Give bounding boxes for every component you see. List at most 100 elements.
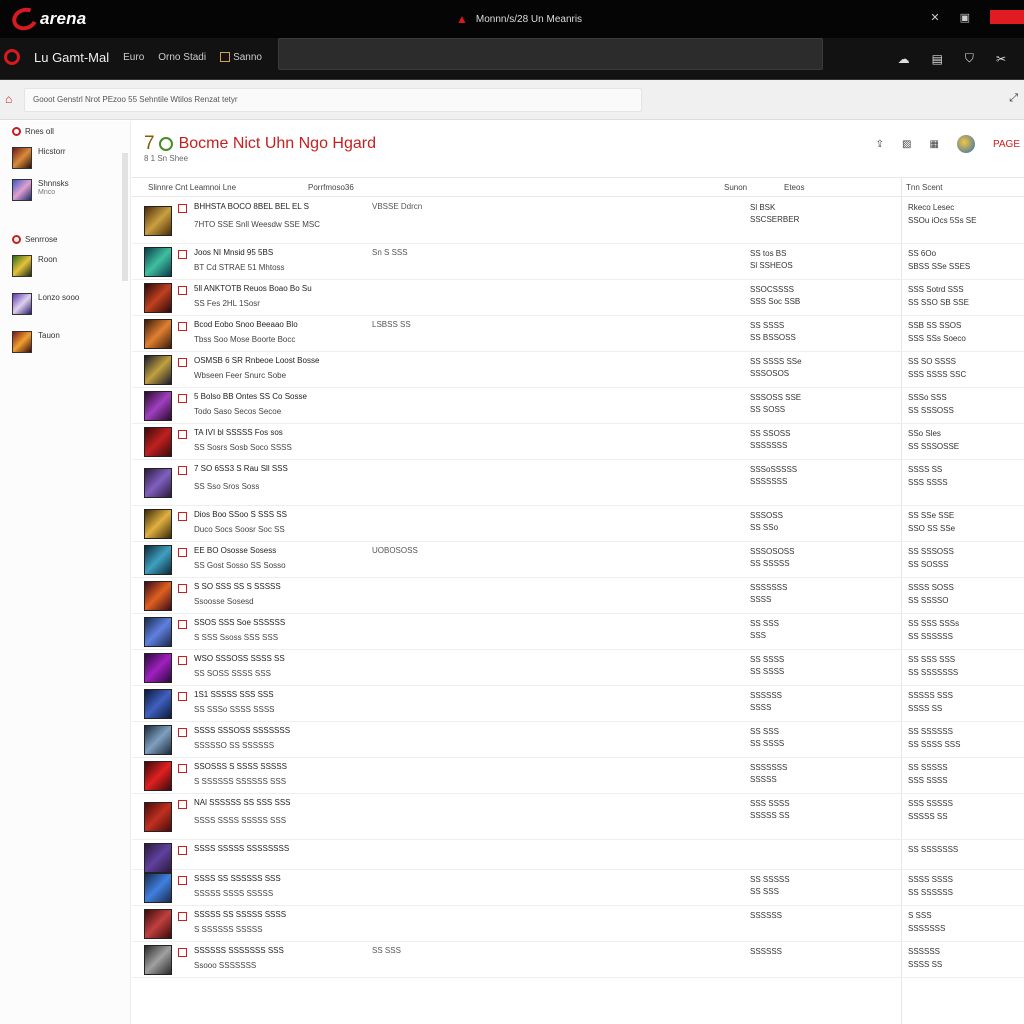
- row-stat-right: SS SSSSO: [908, 596, 949, 605]
- row-checkbox[interactable]: [178, 800, 187, 809]
- sidebar-item[interactable]: Hicstorr: [12, 147, 66, 169]
- nav-tab-orno[interactable]: Orno Stadi: [158, 52, 206, 63]
- tools-icon[interactable]: ✂: [996, 52, 1006, 66]
- shield-icon[interactable]: ⛉: [965, 51, 974, 66]
- row-checkbox[interactable]: [178, 250, 187, 259]
- game-thumbnail[interactable]: [144, 581, 172, 611]
- table-row[interactable]: S SO SSS SS S SSSSS Ssoosse Sosesd SSSSSSS…: [132, 578, 1024, 614]
- table-row[interactable]: EE BO Ososse Sosess SS Gost Sosso SS Soss…: [132, 542, 1024, 578]
- game-thumbnail[interactable]: [144, 945, 172, 975]
- row-checkbox[interactable]: [178, 692, 187, 701]
- row-checkbox[interactable]: [178, 728, 187, 737]
- row-checkbox[interactable]: [178, 548, 187, 557]
- sidebar-item[interactable]: Roon: [12, 255, 57, 277]
- game-thumbnail[interactable]: [144, 653, 172, 683]
- sidebar-section-head[interactable]: Rnes oll: [12, 127, 54, 136]
- game-thumbnail[interactable]: [144, 802, 172, 832]
- table-row[interactable]: SSSS SS SSSSSS SSS SSSSS SSSS SSSSS SS SSS…: [132, 870, 1024, 906]
- row-checkbox[interactable]: [178, 912, 187, 921]
- game-thumbnail[interactable]: [144, 873, 172, 903]
- row-checkbox[interactable]: [178, 764, 187, 773]
- sidebar-item[interactable]: Shnnsks Mnco: [12, 179, 69, 201]
- table-row[interactable]: TA IVI bl SSSSS Fos sos SS Sosrs Sosb Soc…: [132, 424, 1024, 460]
- globe-icon[interactable]: [956, 135, 975, 153]
- row-checkbox[interactable]: [178, 948, 187, 957]
- expand-icon[interactable]: ⤢: [1009, 92, 1018, 105]
- table-row[interactable]: SSSSSS SSSSSSS SSS Ssooo SSSSSSS SS SSS SSS…: [132, 942, 1024, 978]
- table-row[interactable]: WSO SSSOSS SSSS SS SS SOSS SSSS SSS SS SSS…: [132, 650, 1024, 686]
- row-checkbox[interactable]: [178, 620, 187, 629]
- row-checkbox[interactable]: [178, 322, 187, 331]
- address-field[interactable]: Gooot Genstrl Nrot PEzoo 55 Sehntile Wti…: [24, 88, 642, 112]
- sidebar-item[interactable]: Lonzo sooo: [12, 293, 79, 315]
- table-row[interactable]: BHHSTA BOCO 8BEL BEL EL S 7HTO SSE Snll W…: [132, 198, 1024, 244]
- table-row[interactable]: SSSS SSSOSS SSSSSSS SSSSSO SS SSSSSS SS SS…: [132, 722, 1024, 758]
- row-checkbox[interactable]: [178, 584, 187, 593]
- list-icon[interactable]: ▤: [932, 52, 943, 66]
- game-thumbnail[interactable]: [144, 391, 172, 421]
- game-thumbnail[interactable]: [144, 355, 172, 385]
- nav-brand[interactable]: Lu Gamt-Mal: [34, 50, 109, 65]
- sidebar-section-head[interactable]: Senrrose: [12, 235, 57, 244]
- table-row[interactable]: NAl SSSSSS SS SSS SSS SSSS SSSS SSSSS SSS…: [132, 794, 1024, 840]
- search-input[interactable]: [278, 38, 823, 70]
- sidebar-item[interactable]: Tauon: [12, 331, 60, 353]
- row-checkbox[interactable]: [178, 430, 187, 439]
- table-row[interactable]: Bcod Eobo Snoo Beeaao Blo Tbss Soo Mose B…: [132, 316, 1024, 352]
- app-logo[interactable]: arena: [9, 4, 86, 34]
- table-row[interactable]: 5ll ANKTOTB Reuos Boao Bo Su SS Fes 2HL 1…: [132, 280, 1024, 316]
- game-thumbnail[interactable]: [144, 427, 172, 457]
- upload-icon[interactable]: ⇪: [876, 139, 884, 150]
- close-button[interactable]: [990, 10, 1024, 24]
- table-row[interactable]: Dios Boo SSoo S SSS SS Duco Socs Soosr So…: [132, 506, 1024, 542]
- image-icon[interactable]: ▨: [902, 139, 911, 150]
- row-checkbox[interactable]: [178, 358, 187, 367]
- cloud-icon[interactable]: ☁: [898, 52, 910, 66]
- game-thumbnail: [12, 331, 32, 353]
- column-header[interactable]: Porrfmoso36: [308, 183, 354, 192]
- row-checkbox[interactable]: [178, 286, 187, 295]
- row-checkbox[interactable]: [178, 204, 187, 213]
- restore-icon[interactable]: ▣: [960, 11, 970, 24]
- row-checkbox[interactable]: [178, 512, 187, 521]
- pin-icon[interactable]: ✕: [930, 11, 939, 24]
- column-header[interactable]: Eteos: [784, 183, 804, 192]
- game-thumbnail[interactable]: [144, 909, 172, 939]
- home-icon[interactable]: [4, 49, 20, 65]
- row-checkbox[interactable]: [178, 394, 187, 403]
- table-row[interactable]: 1S1 SSSSS SSS SSS SS SSSo SSSS SSSS SSSSSS…: [132, 686, 1024, 722]
- game-thumbnail[interactable]: [144, 689, 172, 719]
- table-row[interactable]: SSOS SSS Soe SSSSSS S SSS Ssoss SSS SSS SS…: [132, 614, 1024, 650]
- table-row[interactable]: Joos NI Mnsid 95 5BS BT Cd STRAE 51 Mhtos…: [132, 244, 1024, 280]
- nav-tab-sanno[interactable]: Sanno: [220, 52, 262, 63]
- game-thumbnail[interactable]: [144, 283, 172, 313]
- row-checkbox[interactable]: [178, 466, 187, 475]
- table-row[interactable]: 5 Bolso BB Ontes SS Co Sosse Todo Saso Se…: [132, 388, 1024, 424]
- row-checkbox[interactable]: [178, 846, 187, 855]
- game-thumbnail[interactable]: [144, 468, 172, 498]
- game-thumbnail[interactable]: [144, 509, 172, 539]
- table-row[interactable]: 7 SO 6SS3 S Rau Sll SSS SS Sso Sros Soss S…: [132, 460, 1024, 506]
- sidebar-scrollbar[interactable]: [122, 153, 128, 281]
- table-row[interactable]: OSMSB 6 SR Rnbeoe Loost Bosse Wbseen Feer…: [132, 352, 1024, 388]
- game-thumbnail[interactable]: [144, 761, 172, 791]
- table-row[interactable]: SSOSSS S SSSS SSSSS S SSSSSS SSSSSS SSS SS…: [132, 758, 1024, 794]
- row-checkbox[interactable]: [178, 656, 187, 665]
- column-header[interactable]: Tnn Scent: [906, 183, 942, 192]
- game-thumbnail[interactable]: [144, 843, 172, 873]
- row-checkbox[interactable]: [178, 876, 187, 885]
- game-thumbnail[interactable]: [144, 247, 172, 277]
- table-row[interactable]: SSSSS SS SSSSS SSSS S SSSSSS SSSSS SSSSSS S…: [132, 906, 1024, 942]
- game-thumbnail[interactable]: [144, 319, 172, 349]
- game-thumbnail[interactable]: [144, 725, 172, 755]
- game-thumbnail[interactable]: [144, 617, 172, 647]
- nav-tab-euro[interactable]: Euro: [123, 52, 144, 63]
- grid-icon[interactable]: ▦: [930, 139, 939, 150]
- home-icon[interactable]: ⌂: [5, 92, 12, 106]
- game-thumbnail[interactable]: [144, 206, 172, 236]
- game-thumbnail[interactable]: [144, 545, 172, 575]
- page-label[interactable]: PAGE: [993, 139, 1020, 150]
- table-row[interactable]: SSSS SSSSS SSSSSSSS SS SSSSSSS: [132, 840, 1024, 873]
- column-header[interactable]: Sunon: [724, 183, 747, 192]
- column-header[interactable]: Slinnre Cnt Leamnoi Lne: [148, 183, 236, 192]
